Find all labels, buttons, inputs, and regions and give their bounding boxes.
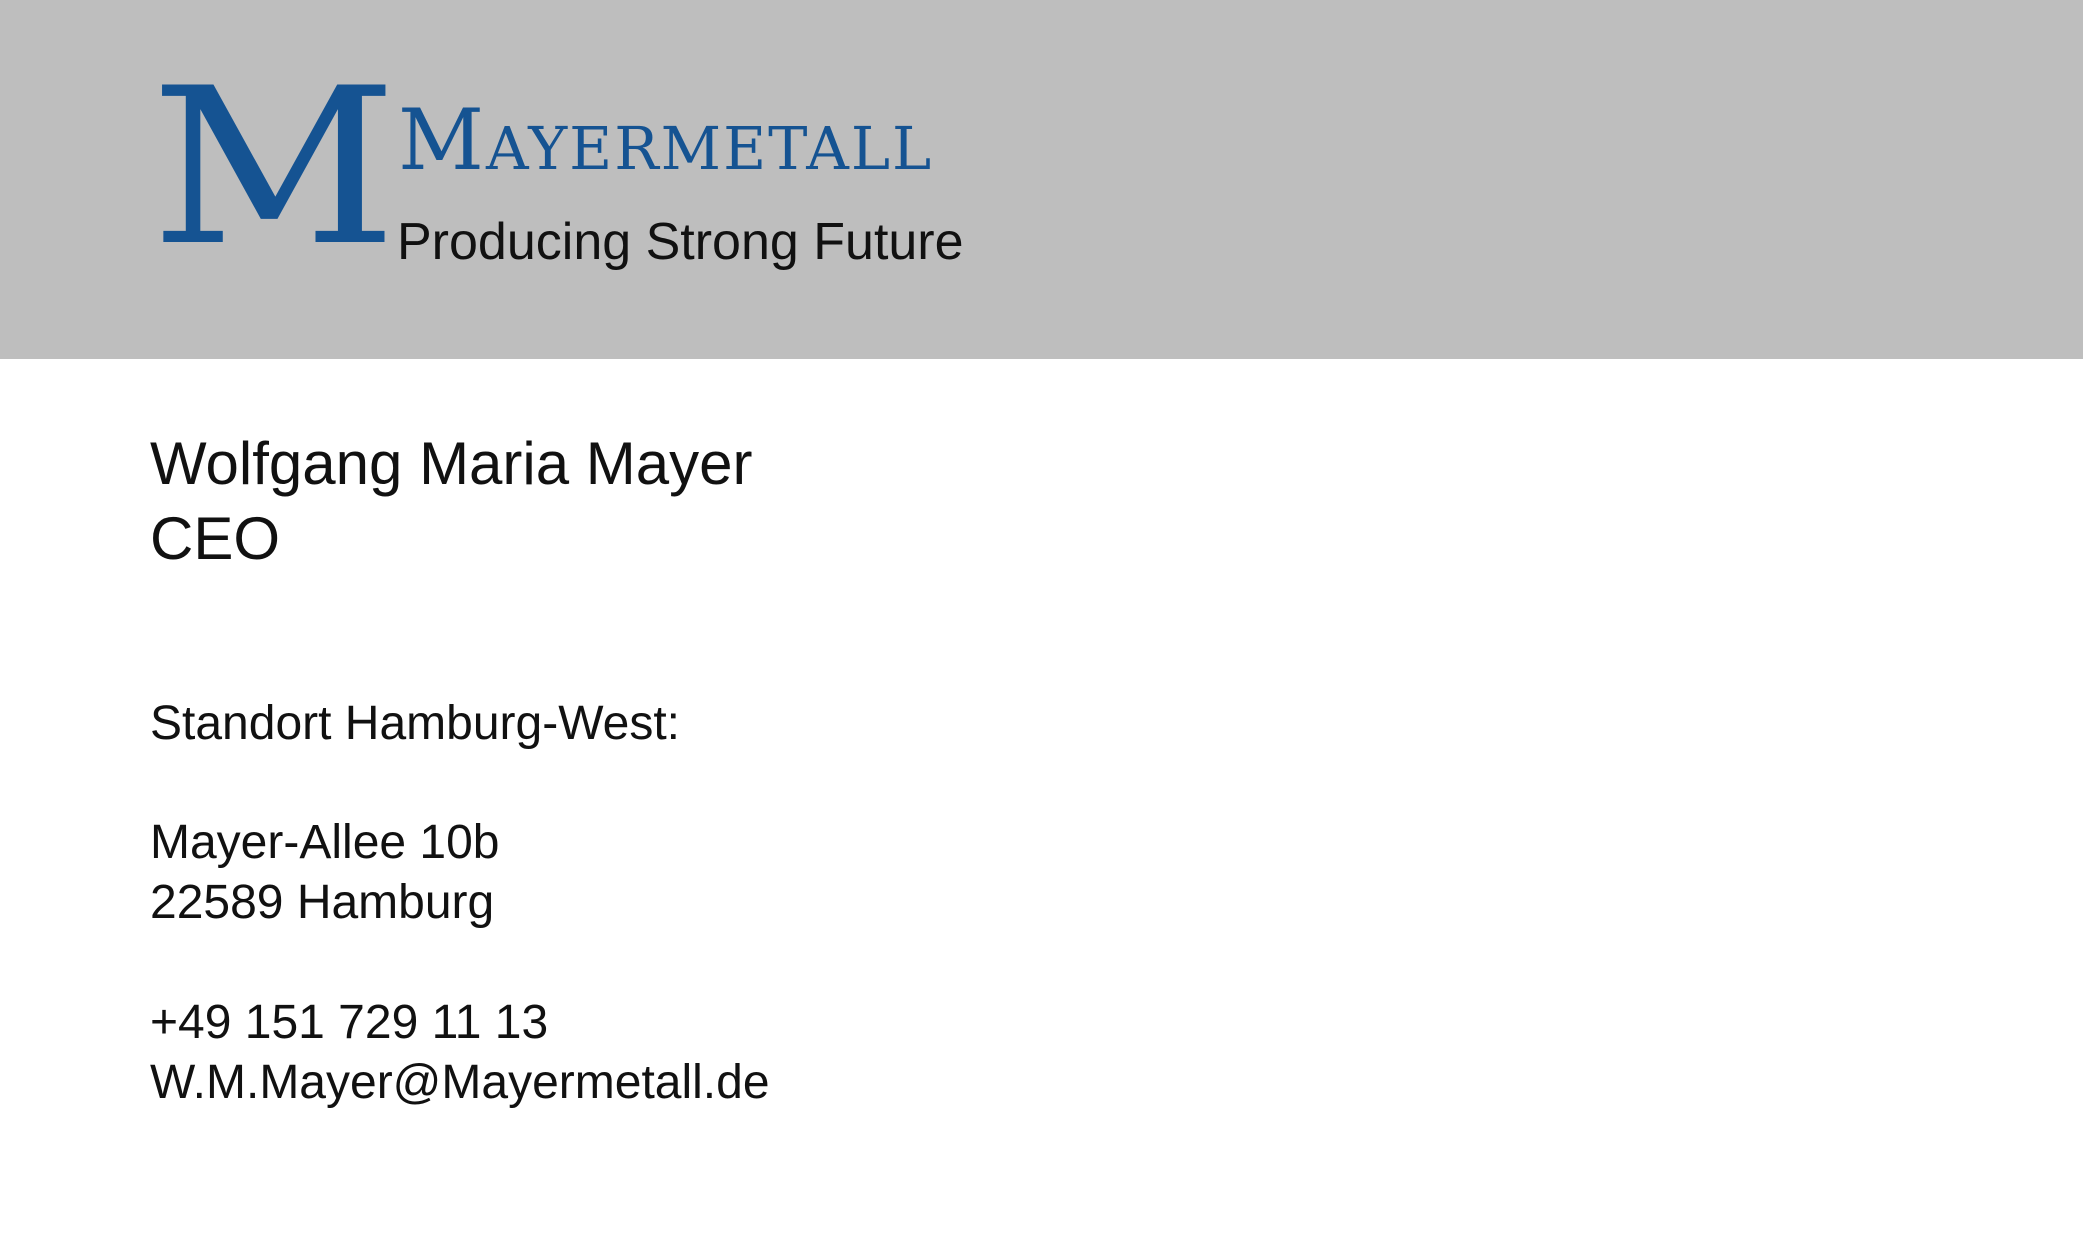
business-card: M Mayermetall Producing Strong Future Wo… bbox=[0, 0, 2083, 1250]
city-address: 22589 Hamburg bbox=[150, 876, 495, 929]
street-address: Mayer-Allee 10b bbox=[150, 816, 500, 869]
company-tagline: Producing Strong Future bbox=[397, 213, 964, 271]
card-header: M Mayermetall Producing Strong Future bbox=[0, 0, 2083, 359]
logo-mark: M bbox=[150, 42, 398, 293]
person-name: Wolfgang Maria Mayer bbox=[150, 430, 753, 497]
location-label: Standort Hamburg-West: bbox=[150, 697, 680, 750]
company-name: Mayermetall bbox=[398, 91, 934, 189]
email-address[interactable]: W.M.Mayer@Mayermetall.de bbox=[150, 1055, 770, 1111]
phone-number[interactable]: +49 151 729 11 13 bbox=[150, 995, 548, 1051]
person-role: CEO bbox=[150, 505, 281, 572]
